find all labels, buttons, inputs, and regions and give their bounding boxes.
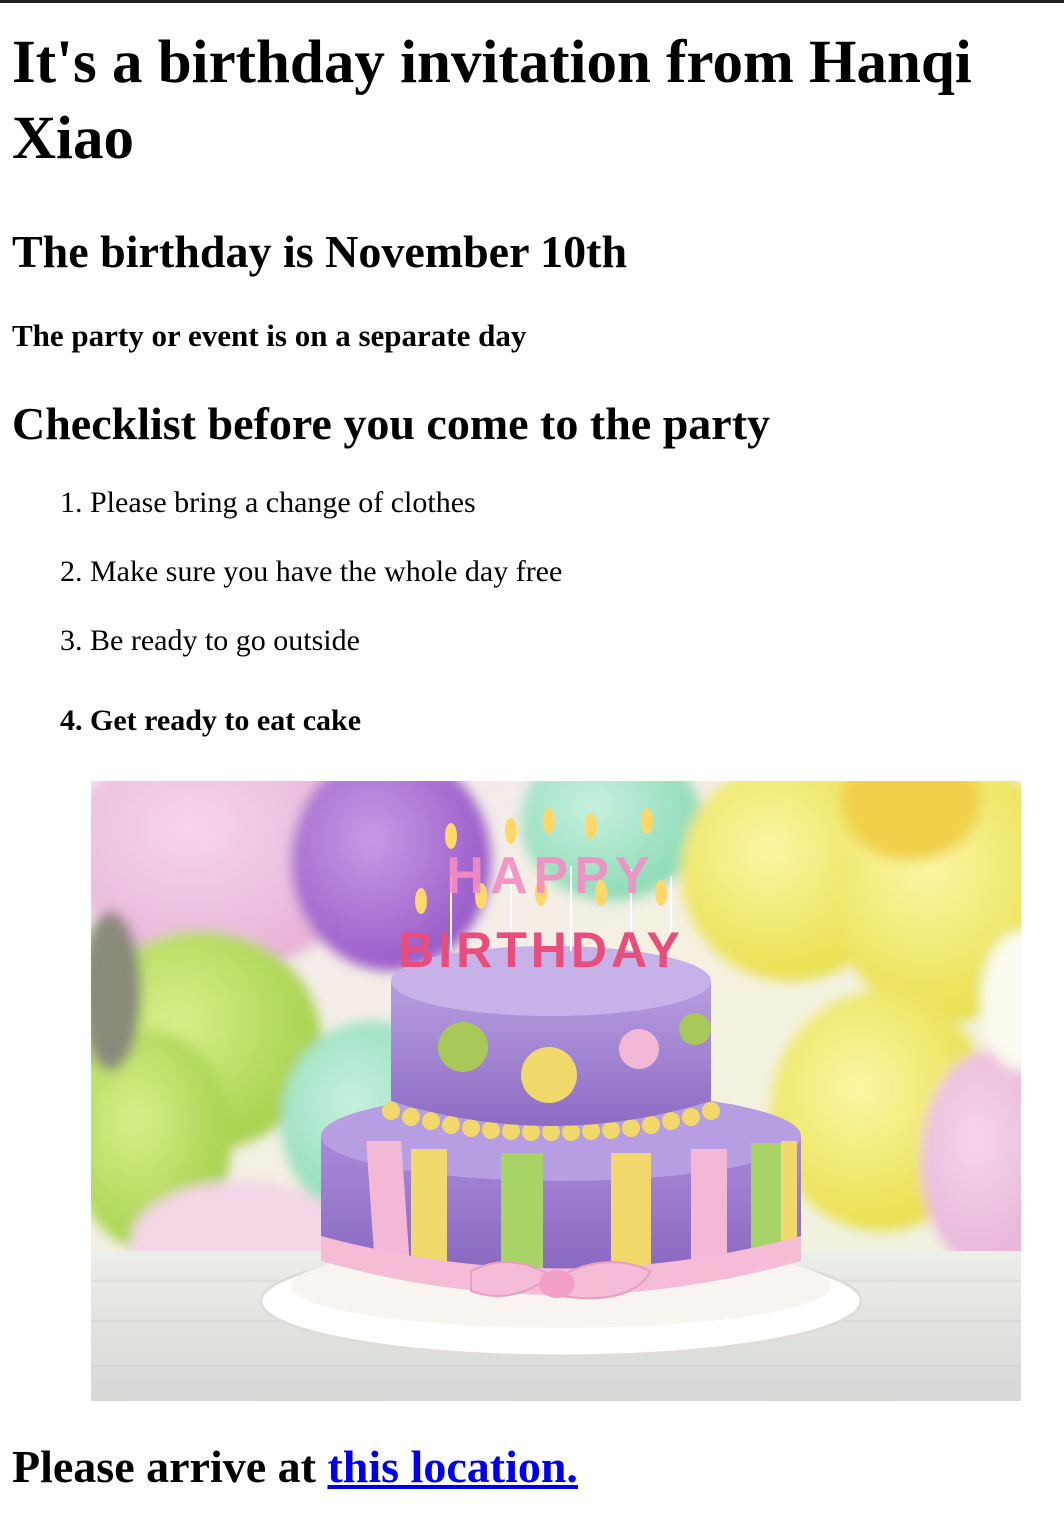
checklist-item: Make sure you have the whole day free xyxy=(90,554,1052,590)
party-note: The party or event is on a separate day xyxy=(12,318,527,354)
checklist-heading: Checklist before you come to the party xyxy=(12,398,771,450)
checklist-item: Be ready to go outside xyxy=(90,623,1052,659)
location-link[interactable]: this location. xyxy=(327,1441,577,1492)
page-title: It's a birthday invitation from Hanqi Xi… xyxy=(12,29,972,172)
invitation-page: It's a birthday invitation from Hanqi Xi… xyxy=(0,25,1064,739)
cake-candle-text-bottom: BIRTHDAY xyxy=(398,922,684,978)
birthday-cake-image: HAPPY BIRTHDAY xyxy=(91,781,1021,1401)
checklist-list: Please bring a change of clothes Make su… xyxy=(12,485,1052,739)
arrival-instructions: Please arrive at this location. xyxy=(12,1441,578,1494)
checklist-item: Please bring a change of clothes xyxy=(90,485,1052,521)
cake-candle-text-top: HAPPY xyxy=(446,847,655,905)
arrival-prefix: Please arrive at xyxy=(12,1441,328,1492)
birthday-date-heading: The birthday is November 10th xyxy=(12,226,628,278)
checklist-item: Get ready to eat cake xyxy=(90,703,1052,739)
